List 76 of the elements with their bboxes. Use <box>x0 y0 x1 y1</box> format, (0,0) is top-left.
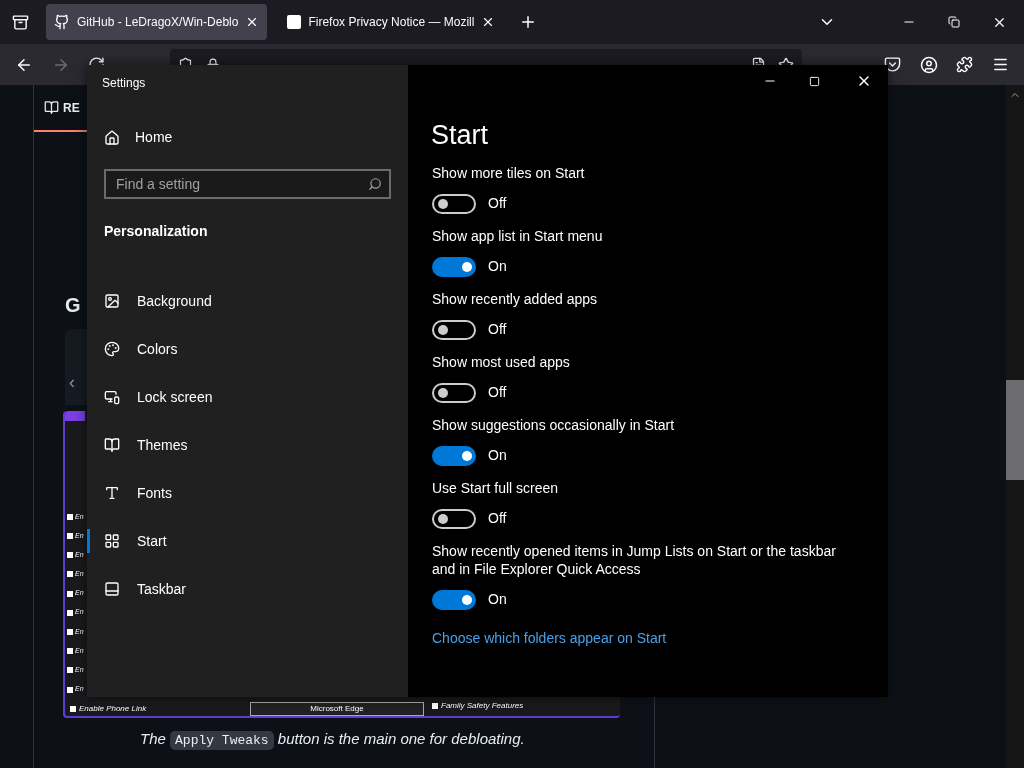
option-label: Use Start full screen <box>432 479 560 497</box>
search-field[interactable]: Find a setting <box>104 169 391 199</box>
toggle-switch[interactable] <box>432 589 476 610</box>
letters-icon <box>104 485 120 501</box>
book-icon <box>104 437 120 453</box>
option-label: Show recently added apps <box>432 290 598 308</box>
letter-logo-icon <box>287 15 302 29</box>
account-icon[interactable] <box>920 55 938 74</box>
home-item[interactable]: Home <box>104 127 408 148</box>
pocket-icon[interactable] <box>884 56 901 73</box>
checkbox-icon[interactable] <box>67 648 73 655</box>
title-bar <box>65 411 85 421</box>
toggle-switch[interactable] <box>432 382 476 403</box>
lock-screen-icon <box>104 389 120 405</box>
book-icon <box>44 100 59 115</box>
extensions-icon[interactable] <box>956 56 973 73</box>
scrollbar-thumb[interactable] <box>1006 380 1024 480</box>
toggle-state: Off <box>488 194 507 213</box>
option-label: Show app list in Start menu <box>432 227 604 245</box>
option-label: Show recently opened items in Jump Lists on Start or the taskbar and in File Explorer Quick Access <box>432 542 837 578</box>
tweak-button[interactable]: Microsoft Edge <box>250 702 424 716</box>
nav-item[interactable]: Taskbar <box>87 565 408 613</box>
nav-item[interactable]: Start <box>87 517 408 565</box>
tab-title: GitHub - LeDragoX/Win-Deblo <box>77 14 239 31</box>
nav-item[interactable]: Background <box>87 277 408 325</box>
nav-item[interactable]: Fonts <box>87 469 408 517</box>
search-icon[interactable] <box>368 177 382 191</box>
toggle-switch[interactable] <box>432 508 476 529</box>
toggle-state: On <box>488 446 507 465</box>
tab-title: Firefox Privacy Notice — Mozill <box>308 14 475 31</box>
picture-frame-icon <box>104 293 120 309</box>
checkbox-icon[interactable] <box>67 513 73 520</box>
tiles-icon <box>104 533 120 549</box>
option-label: Show suggestions occasionally in Start <box>432 416 676 434</box>
checkbox-icon[interactable] <box>70 706 76 712</box>
nav-item[interactable]: Lock screen <box>87 373 408 421</box>
checkbox-icon[interactable] <box>67 629 73 636</box>
checkbox-icon[interactable] <box>67 552 73 559</box>
page-title: Start <box>431 119 490 151</box>
window-title: Settings <box>102 75 147 92</box>
checkbox-icon[interactable] <box>67 533 73 540</box>
browser-tab[interactable]: Firefox Privacy Notice — Mozill <box>279 4 504 40</box>
scrollbar[interactable] <box>1006 85 1024 768</box>
list-item: Family Safety Features <box>441 700 524 712</box>
checkbox-icon[interactable] <box>432 703 438 709</box>
menu-icon[interactable] <box>992 56 1009 73</box>
toggle-state: On <box>488 257 507 276</box>
option-label: Show more tiles on Start <box>432 164 586 182</box>
checkbox-icon[interactable] <box>67 686 73 693</box>
toggle-switch[interactable] <box>432 193 476 214</box>
section-heading: G <box>65 293 81 318</box>
folders-link[interactable]: Choose which folders appear on Start <box>432 628 888 649</box>
nav-item[interactable]: Colors <box>87 325 408 373</box>
toggle-state: Off <box>488 383 507 402</box>
maximize-icon[interactable] <box>809 75 820 87</box>
option-label: Show most used apps <box>432 353 571 371</box>
caption-text: The Apply Tweaks button is the main one for debloating. <box>140 729 526 751</box>
restore-icon[interactable] <box>948 16 960 28</box>
toggle-state: Off <box>488 320 507 339</box>
section-label: Personalization <box>104 222 209 241</box>
toggle-state: On <box>488 590 507 609</box>
toggle-switch[interactable] <box>432 319 476 340</box>
checkbox-icon[interactable] <box>67 571 73 578</box>
toggle-switch[interactable] <box>432 256 476 277</box>
taskbar-icon <box>104 581 120 597</box>
list-item: Enable Phone Link <box>79 703 147 715</box>
toggle-state: Off <box>488 509 507 528</box>
nav-item[interactable]: Themes <box>87 421 408 469</box>
palette-icon <box>104 341 120 357</box>
toggle-switch[interactable] <box>432 445 476 466</box>
checkbox-icon[interactable] <box>67 609 73 616</box>
cat-logo-icon <box>54 14 70 30</box>
home-icon <box>104 129 120 146</box>
checkbox-icon[interactable] <box>67 590 73 597</box>
checkbox-icon[interactable] <box>67 667 73 674</box>
browser-tab[interactable]: GitHub - LeDragoX/Win-Deblo <box>46 4 268 40</box>
